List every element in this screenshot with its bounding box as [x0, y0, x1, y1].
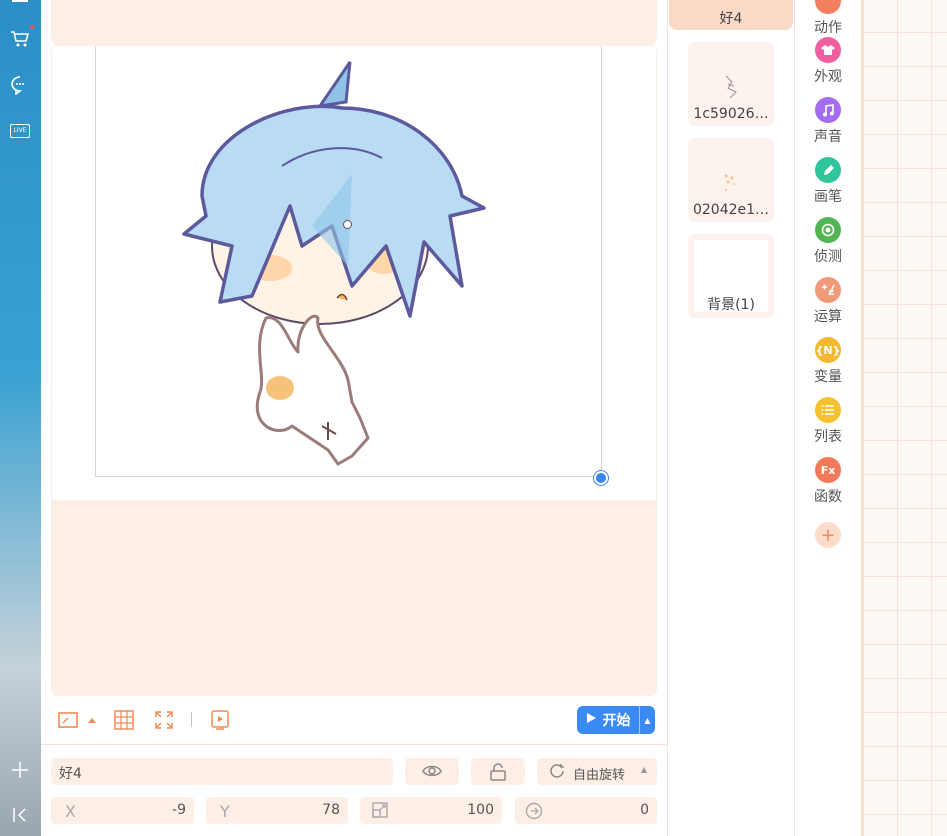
target-icon	[815, 217, 841, 243]
collapse-icon[interactable]	[9, 804, 31, 826]
direction-icon	[525, 802, 543, 824]
size-value: 100	[467, 802, 494, 818]
direction-value: 0	[640, 802, 649, 818]
start-label: 开始	[602, 713, 631, 729]
variable-icon: {N}	[815, 337, 841, 363]
rotation-style-select[interactable]: 自由旋转 ▲	[537, 758, 657, 785]
category-label: 函数	[814, 489, 842, 505]
stage-size-icon[interactable]	[56, 708, 80, 732]
stage-top-area	[51, 0, 657, 44]
y-value: 78	[322, 802, 340, 818]
selected-sprite[interactable]: 好4	[669, 0, 793, 30]
category-label: 声音	[814, 129, 842, 145]
chat-icon[interactable]	[9, 74, 31, 96]
category-label: 侦测	[814, 249, 842, 265]
category-label: 运算	[814, 309, 842, 325]
unlock-icon	[489, 763, 507, 785]
start-button[interactable]: 开始 ▲	[577, 706, 655, 734]
category-functions[interactable]: Fx 函数	[795, 457, 861, 506]
category-sensing[interactable]: 侦测	[795, 217, 861, 266]
shirt-icon	[815, 37, 841, 63]
menu-icon[interactable]	[12, 0, 28, 2]
category-motion[interactable]: 动作	[795, 0, 861, 37]
rotation-center-handle[interactable]	[343, 220, 352, 229]
add-icon[interactable]	[9, 759, 31, 781]
sprite-name-input[interactable]: 好4	[51, 758, 393, 785]
sprite-name: 02042e1…	[692, 202, 770, 218]
y-field[interactable]: Y 78	[206, 797, 348, 824]
calc-icon	[815, 277, 841, 303]
preview-icon[interactable]	[208, 708, 232, 732]
code-workspace[interactable]	[861, 0, 947, 836]
x-field[interactable]: X -9	[51, 797, 194, 824]
motion-icon	[815, 0, 841, 14]
list-icon	[815, 397, 841, 423]
stage-size-dropdown-icon[interactable]	[82, 708, 102, 732]
category-variables[interactable]: {N} 变量	[795, 337, 861, 386]
category-lists[interactable]: 列表	[795, 397, 861, 446]
x-label: X	[65, 802, 76, 821]
sprite-card[interactable]: 1c59026…	[688, 42, 774, 126]
size-icon	[372, 802, 388, 822]
rotate-icon	[549, 763, 566, 784]
category-label: 动作	[814, 20, 842, 36]
eye-icon	[422, 764, 442, 782]
sprite-thumbnail	[714, 166, 748, 200]
function-icon: Fx	[815, 457, 841, 483]
live-label: LIVE	[10, 124, 30, 138]
live-icon[interactable]: LIVE	[9, 120, 31, 142]
add-extension-button[interactable]: +	[795, 522, 861, 551]
category-label: 变量	[814, 369, 842, 385]
category-sound[interactable]: 声音	[795, 97, 861, 146]
sprite-thumbnail	[714, 70, 748, 104]
backdrop-card[interactable]: 背景(1)	[688, 234, 774, 318]
resize-handle[interactable]	[594, 471, 608, 485]
fullscreen-icon[interactable]	[152, 708, 176, 732]
pen-icon	[815, 157, 841, 183]
start-dropdown-icon[interactable]: ▲	[639, 706, 655, 734]
size-field[interactable]: 100	[360, 797, 502, 824]
grid-icon[interactable]	[112, 708, 136, 732]
toolbar-divider	[191, 712, 192, 727]
rotation-style-label: 自由旋转	[573, 768, 626, 783]
category-label: 外观	[814, 69, 842, 85]
plus-icon: +	[815, 522, 841, 548]
sprite-name: 1c59026…	[693, 106, 769, 122]
category-label: 列表	[814, 429, 842, 445]
lock-toggle[interactable]	[471, 758, 525, 785]
left-sidebar: LIVE	[0, 0, 41, 836]
sprite-name-value: 好4	[59, 766, 82, 782]
music-icon	[815, 97, 841, 123]
y-label: Y	[220, 802, 230, 821]
category-operators[interactable]: 运算	[795, 277, 861, 326]
selected-sprite-name: 好4	[719, 11, 743, 27]
backdrop-name: 背景(1)	[707, 297, 755, 313]
x-value: -9	[172, 802, 186, 818]
category-pen[interactable]: 画笔	[795, 157, 861, 206]
play-icon	[586, 712, 597, 728]
category-label: 画笔	[814, 189, 842, 205]
direction-field[interactable]: 0	[515, 797, 657, 824]
sprite-card[interactable]: 02042e1…	[688, 138, 774, 222]
category-looks[interactable]: 外观	[795, 37, 861, 86]
visibility-toggle[interactable]	[405, 758, 459, 785]
dropdown-arrow-icon: ▲	[640, 765, 647, 774]
selection-box	[95, 46, 602, 477]
cart-icon[interactable]	[9, 28, 31, 50]
notification-dot	[30, 25, 34, 29]
